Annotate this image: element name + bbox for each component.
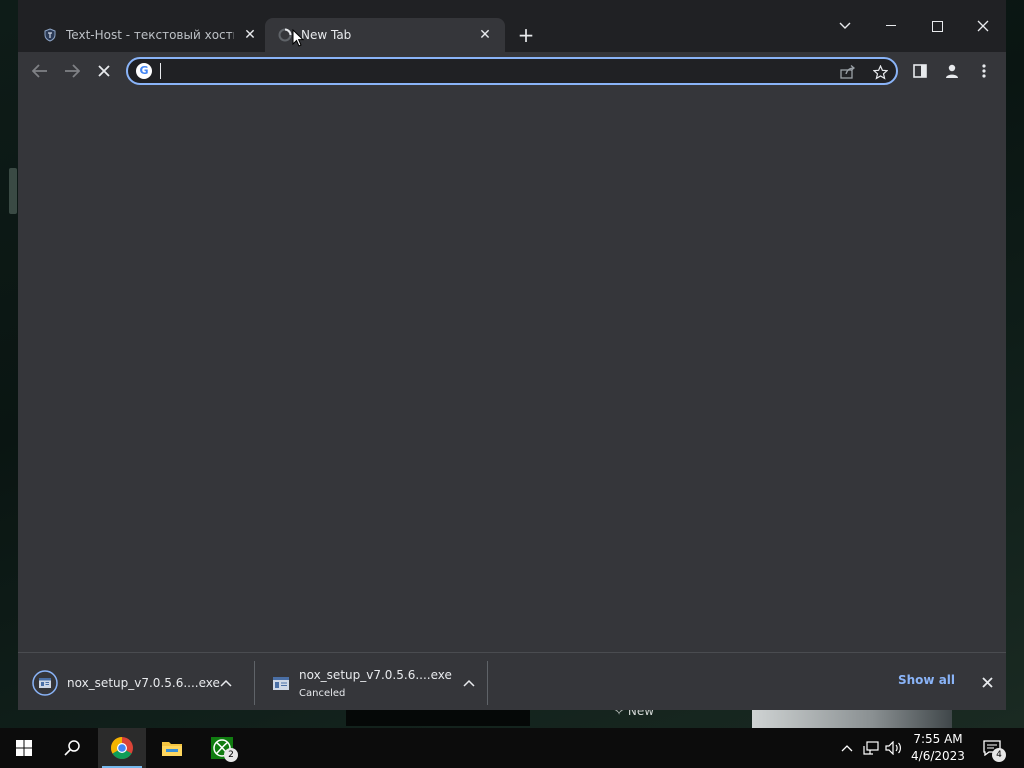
- download-item-2[interactable]: nox_setup_v7.0.5.6....exe Canceled: [268, 661, 488, 705]
- new-tab-button[interactable]: +: [514, 24, 538, 48]
- windows-logo-icon: [16, 740, 32, 756]
- download-item-1[interactable]: nox_setup_v7.0.5.6....exe: [32, 661, 256, 705]
- taskbar-chrome[interactable]: [98, 728, 146, 768]
- forward-button[interactable]: [59, 58, 85, 84]
- installer-file-icon: [268, 670, 294, 696]
- tab-title: New Tab: [301, 28, 352, 42]
- downloads-bar: nox_setup_v7.0.5.6....exe nox_setup_v7.0…: [18, 652, 1006, 710]
- windows-taskbar: 2 7:55 AM 4/6/2023 4: [0, 728, 1024, 768]
- text-host-shield-icon: [42, 27, 58, 43]
- clock-date: 4/6/2023: [911, 749, 965, 763]
- start-button[interactable]: [0, 728, 48, 768]
- download-status: Canceled: [299, 687, 346, 699]
- show-all-downloads-link[interactable]: Show all: [898, 673, 955, 687]
- address-input[interactable]: [162, 61, 822, 81]
- minimize-icon: [886, 25, 896, 26]
- mouse-cursor-icon: [292, 29, 304, 47]
- star-icon: [872, 64, 888, 80]
- kebab-menu-icon: [982, 64, 986, 78]
- side-panel-icon: [913, 64, 927, 78]
- stop-loading-button[interactable]: [91, 58, 117, 84]
- tab-strip: Text-Host - текстовый хостинг ✕ New Tab …: [18, 0, 1006, 52]
- tab-text-host[interactable]: Text-Host - текстовый хостинг ✕: [30, 18, 270, 52]
- close-tab-icon[interactable]: ✕: [477, 27, 493, 43]
- volume-button[interactable]: [884, 738, 904, 758]
- close-icon: [98, 65, 110, 77]
- background-window-edge: [9, 168, 17, 214]
- side-panel-button[interactable]: [907, 58, 933, 84]
- google-icon: G: [136, 63, 152, 79]
- network-button[interactable]: [861, 738, 881, 758]
- background-photo: [752, 709, 952, 728]
- search-icon: [64, 740, 80, 756]
- loading-spinner-icon: [277, 27, 293, 43]
- show-hidden-icons-button[interactable]: [837, 738, 857, 758]
- download-options-button[interactable]: [216, 673, 236, 693]
- chevron-up-icon: [841, 745, 853, 752]
- arrow-right-icon: [65, 64, 80, 78]
- tab-title: Text-Host - текстовый хостинг: [66, 28, 234, 42]
- chrome-menu-button[interactable]: [971, 58, 997, 84]
- close-icon: [977, 20, 989, 32]
- installer-file-icon: [32, 670, 58, 696]
- folder-icon: [162, 742, 182, 756]
- tab-search-button[interactable]: [831, 12, 859, 40]
- chevron-up-icon: [220, 679, 232, 687]
- background-window-bar: [346, 709, 530, 726]
- notification-count-badge: 4: [992, 748, 1006, 762]
- close-tab-icon[interactable]: ✕: [242, 27, 258, 43]
- download-filename: nox_setup_v7.0.5.6....exe: [67, 676, 220, 690]
- network-icon: [863, 741, 879, 755]
- page-content-area: [18, 89, 1006, 652]
- share-button[interactable]: [838, 62, 858, 82]
- download-divider: [487, 661, 488, 705]
- clock-time: 7:55 AM: [913, 732, 963, 746]
- maximize-icon: [931, 20, 943, 32]
- arrow-left-icon: [32, 64, 47, 78]
- profile-button[interactable]: [939, 58, 965, 84]
- profile-icon: [946, 64, 958, 78]
- taskbar-xbox[interactable]: 2: [198, 728, 246, 768]
- download-divider: [254, 661, 255, 705]
- share-icon: [840, 65, 856, 79]
- close-icon: [981, 676, 993, 688]
- download-options-button[interactable]: [459, 673, 479, 693]
- address-bar[interactable]: G: [126, 57, 898, 85]
- speaker-icon: [885, 741, 901, 755]
- maximize-button[interactable]: [923, 12, 951, 40]
- chevron-down-icon: [839, 22, 851, 29]
- close-downloads-bar-button[interactable]: [976, 671, 998, 693]
- taskbar-clock[interactable]: 7:55 AM 4/6/2023: [910, 731, 966, 765]
- notification-badge: 2: [224, 748, 238, 762]
- taskbar-file-explorer[interactable]: [148, 728, 196, 768]
- plus-icon: +: [517, 23, 535, 47]
- search-button[interactable]: [48, 728, 96, 768]
- minimize-button[interactable]: [877, 12, 905, 40]
- text-caret: [160, 63, 161, 79]
- chevron-up-icon: [463, 679, 475, 687]
- chrome-icon: [111, 737, 133, 759]
- chrome-window: Text-Host - текстовый хостинг ✕ New Tab …: [18, 0, 1006, 710]
- bookmark-star-button[interactable]: [870, 62, 890, 82]
- browser-toolbar: G: [18, 52, 1006, 89]
- back-button[interactable]: [27, 58, 53, 84]
- close-window-button[interactable]: [969, 12, 997, 40]
- download-filename: nox_setup_v7.0.5.6....exe: [299, 667, 452, 682]
